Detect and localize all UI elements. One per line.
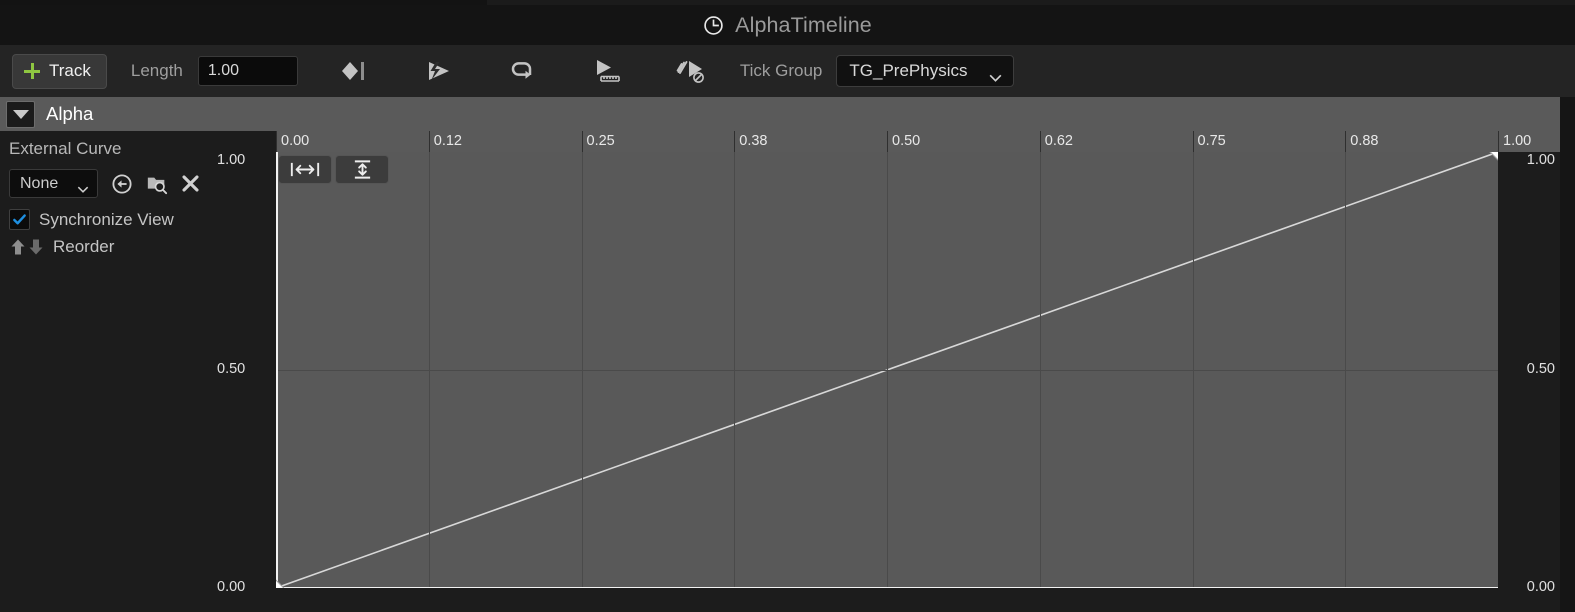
timeline-editor-window: AlphaTimeline Track Length 1.00 Tick Gro… — [0, 0, 1575, 612]
length-input[interactable]: 1.00 — [197, 56, 298, 86]
reorder-row: Reorder — [9, 237, 214, 257]
external-curve-label: External Curve — [9, 139, 122, 158]
value-tick-right: 0.50 — [1526, 361, 1555, 377]
ruler-tick: 0.75 — [1192, 131, 1226, 152]
synchronize-view-checkbox[interactable] — [9, 209, 30, 230]
reorder-label: Reorder — [53, 237, 115, 256]
arrow-up-icon[interactable] — [9, 237, 27, 257]
add-track-button[interactable]: Track — [12, 53, 107, 89]
ruler-tick: 0.50 — [887, 131, 920, 152]
zero-baseline — [276, 587, 1498, 588]
add-track-label: Track — [49, 61, 91, 80]
ruler-tick: 0.25 — [581, 131, 615, 152]
value-tick-right: 0.00 — [1526, 579, 1555, 595]
loop-icon[interactable] — [500, 51, 546, 91]
synchronize-view-label: Synchronize View — [39, 209, 174, 229]
gridline-horizontal — [276, 370, 1498, 371]
browse-to-asset-icon[interactable] — [144, 171, 169, 196]
page-title: AlphaTimeline — [735, 12, 872, 37]
fit-vertical-button[interactable] — [335, 155, 389, 184]
fit-buttons-group — [278, 155, 389, 184]
external-curve-value: None — [20, 174, 59, 192]
tick-group-select[interactable]: TG_PrePhysics — [836, 55, 1015, 87]
clock-icon — [703, 15, 724, 36]
ruler-tick: 0.62 — [1039, 131, 1073, 152]
external-curve-row: None — [9, 169, 214, 198]
track-header-alpha: Alpha — [0, 97, 1575, 131]
value-axis-left: 1.00 0.50 0.00 — [214, 152, 276, 612]
clear-asset-icon[interactable] — [178, 171, 203, 196]
auto-play-icon[interactable] — [416, 51, 462, 91]
track-properties-panel: External Curve None Synchronize View Reo… — [0, 131, 214, 612]
title-bar: AlphaTimeline — [0, 5, 1575, 45]
use-selected-asset-icon[interactable] — [109, 171, 134, 196]
ruler-corner — [214, 131, 276, 152]
right-gutter — [1560, 97, 1575, 612]
tick-group-label: Tick Group — [739, 61, 823, 80]
time-ruler[interactable]: 0.00 0.12 0.25 0.38 0.50 0.62 0.75 0.88 1.00 — [214, 131, 1560, 152]
ignore-time-dilation-icon[interactable] — [668, 51, 714, 91]
track-name-label: Alpha — [46, 103, 94, 124]
value-tick-left: 0.50 — [217, 361, 246, 377]
value-tick-left: 0.00 — [217, 579, 246, 595]
ruler-tick: 0.38 — [734, 131, 767, 152]
value-tick-right: 1.00 — [1526, 152, 1555, 168]
chevron-down-icon — [989, 67, 1002, 82]
plus-icon — [24, 63, 40, 79]
chevron-down-icon — [77, 180, 90, 193]
tick-group-value: TG_PrePhysics — [849, 61, 968, 80]
ruler-tick: 1.00 — [1498, 131, 1531, 152]
external-curve-select[interactable]: None — [9, 169, 98, 198]
curve-editor: 0.00 0.12 0.25 0.38 0.50 0.62 0.75 0.88 1.00 1.0… — [214, 131, 1560, 612]
synchronize-view-row: Synchronize View — [9, 209, 214, 230]
ruler-tick: 0.00 — [276, 131, 309, 152]
chevron-down-icon — [12, 109, 29, 119]
value-tick-left: 1.00 — [217, 152, 246, 168]
curve-plot-area[interactable] — [276, 152, 1498, 588]
value-axis-right: 1.00 0.50 0.00 — [1498, 152, 1560, 612]
playhead-line[interactable] — [276, 152, 278, 588]
keyframe-marker-icon[interactable] — [332, 51, 378, 91]
ruler-tick: 0.12 — [428, 131, 462, 152]
toolbar: Track Length 1.00 Tick Group TG_PrePhysi… — [0, 45, 1575, 97]
fit-horizontal-button[interactable] — [278, 155, 332, 184]
use-last-keyframe-icon[interactable] — [584, 51, 630, 91]
length-label: Length — [130, 61, 183, 80]
ruler-tick: 0.88 — [1345, 131, 1378, 152]
track-expander-button[interactable] — [6, 100, 35, 128]
arrow-down-icon[interactable] — [27, 237, 45, 257]
